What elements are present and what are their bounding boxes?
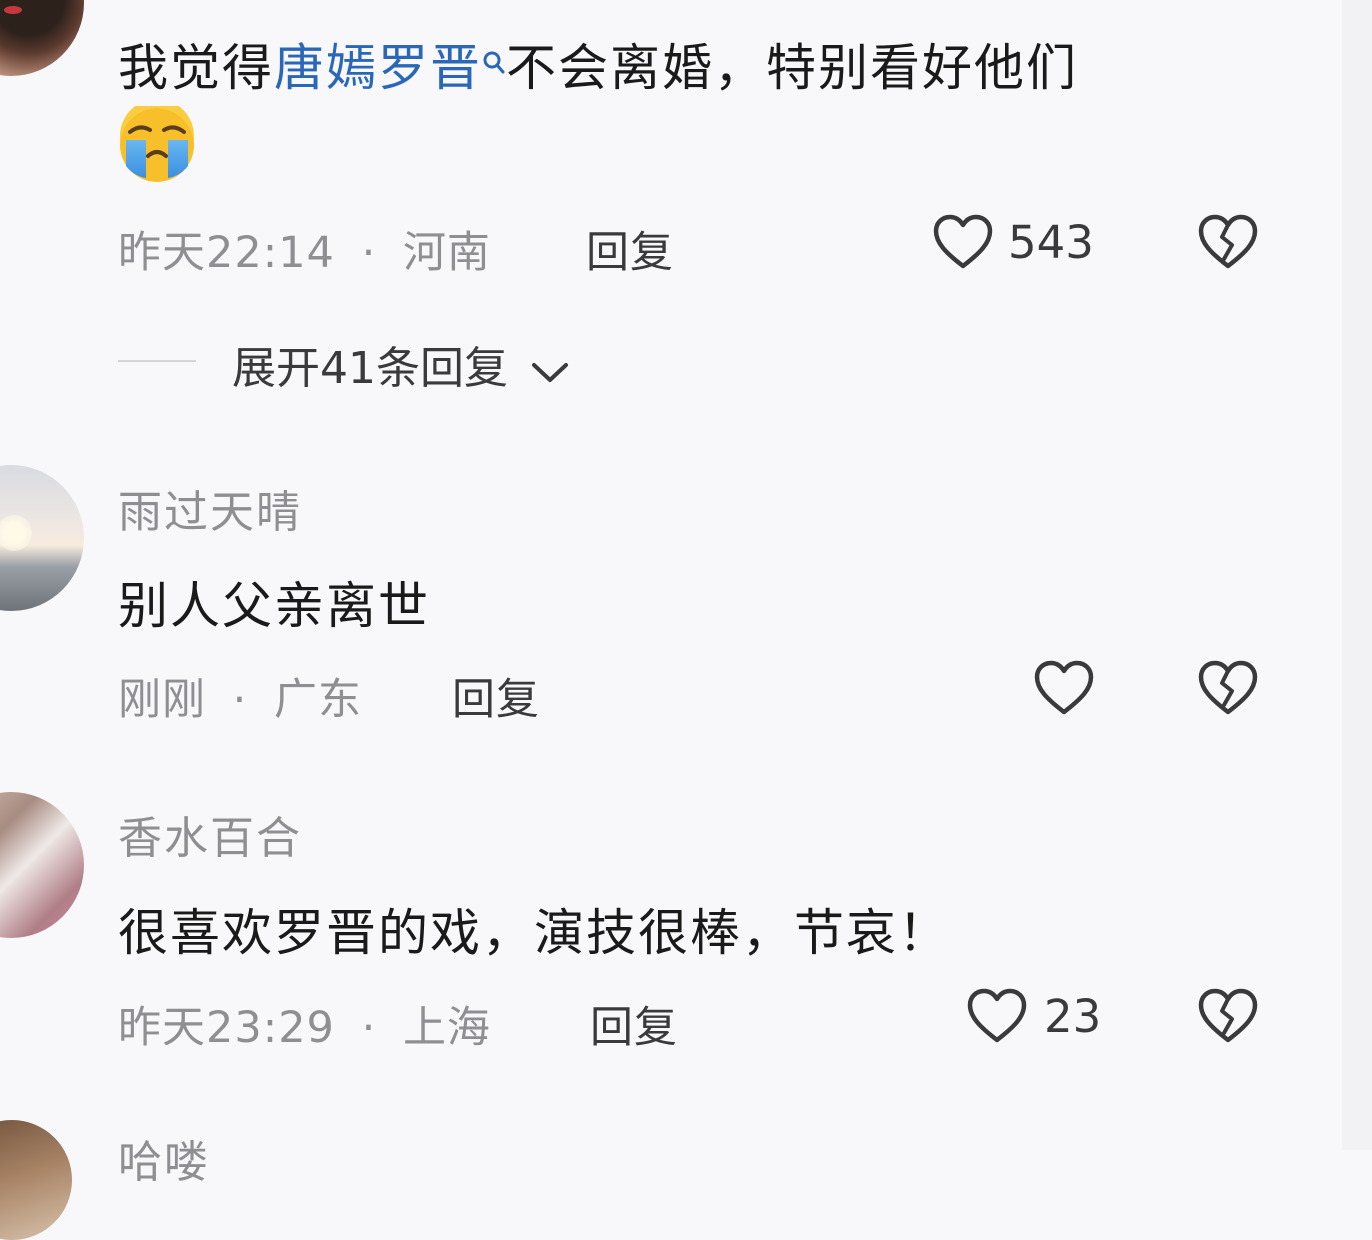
like-count: 23 xyxy=(1044,990,1102,1043)
comment-text: 我觉得唐嫣罗晋 不会离婚，特别看好他们 xyxy=(118,28,1078,100)
comment-meta: 昨天22:14 · 河南 xyxy=(118,218,491,280)
username[interactable]: 香水百合 xyxy=(118,802,302,866)
dislike-broken-heart-icon[interactable] xyxy=(1197,659,1259,721)
location: 上海 xyxy=(402,1003,491,1053)
expand-divider xyxy=(118,360,196,362)
meta-separator: · xyxy=(232,675,248,725)
expand-replies-button[interactable]: 展开41条回复 xyxy=(232,332,570,397)
timestamp: 昨天22:14 xyxy=(118,228,335,278)
dislike-broken-heart-icon[interactable] xyxy=(1197,987,1259,1049)
search-icon[interactable] xyxy=(482,32,506,90)
meta-separator: · xyxy=(361,228,377,278)
like-heart-icon[interactable] xyxy=(1033,659,1095,721)
like-heart-icon[interactable] xyxy=(966,987,1028,1049)
reply-button[interactable]: 回复 xyxy=(452,665,540,727)
avatar[interactable] xyxy=(0,0,84,76)
comment-text-prefix: 我觉得 xyxy=(118,39,274,97)
reply-button[interactable]: 回复 xyxy=(590,993,678,1055)
comment-text: 别人父亲离世 xyxy=(118,577,430,635)
mention-link[interactable]: 唐嫣罗晋 xyxy=(274,39,482,97)
meta-separator: · xyxy=(361,1003,377,1053)
avatar[interactable] xyxy=(0,465,84,611)
timestamp: 昨天23:29 xyxy=(118,1003,335,1053)
chevron-down-icon xyxy=(530,346,570,397)
crying-face-emoji xyxy=(118,99,196,188)
location: 广东 xyxy=(274,675,363,725)
comment-text-suffix: 不会离婚，特别看好他们 xyxy=(506,39,1078,97)
username[interactable]: 雨过天晴 xyxy=(118,476,302,540)
timestamp: 刚刚 xyxy=(118,675,206,725)
reply-button[interactable]: 回复 xyxy=(586,218,674,280)
like-count: 543 xyxy=(1008,216,1094,269)
comment-meta: 刚刚 · 广东 xyxy=(118,665,362,727)
avatar[interactable] xyxy=(0,792,84,938)
avatar[interactable] xyxy=(0,1120,72,1240)
scroll-edge xyxy=(1342,0,1372,1150)
expand-replies-label: 展开41条回复 xyxy=(232,343,508,394)
username[interactable]: 哈喽 xyxy=(118,1126,210,1190)
like-heart-icon[interactable] xyxy=(932,213,994,275)
dislike-broken-heart-icon[interactable] xyxy=(1197,213,1259,275)
location: 河南 xyxy=(402,228,491,278)
comment-text: 很喜欢罗晋的戏，演技很棒，节哀！ xyxy=(118,904,950,962)
comment-meta: 昨天23:29 · 上海 xyxy=(118,993,491,1055)
